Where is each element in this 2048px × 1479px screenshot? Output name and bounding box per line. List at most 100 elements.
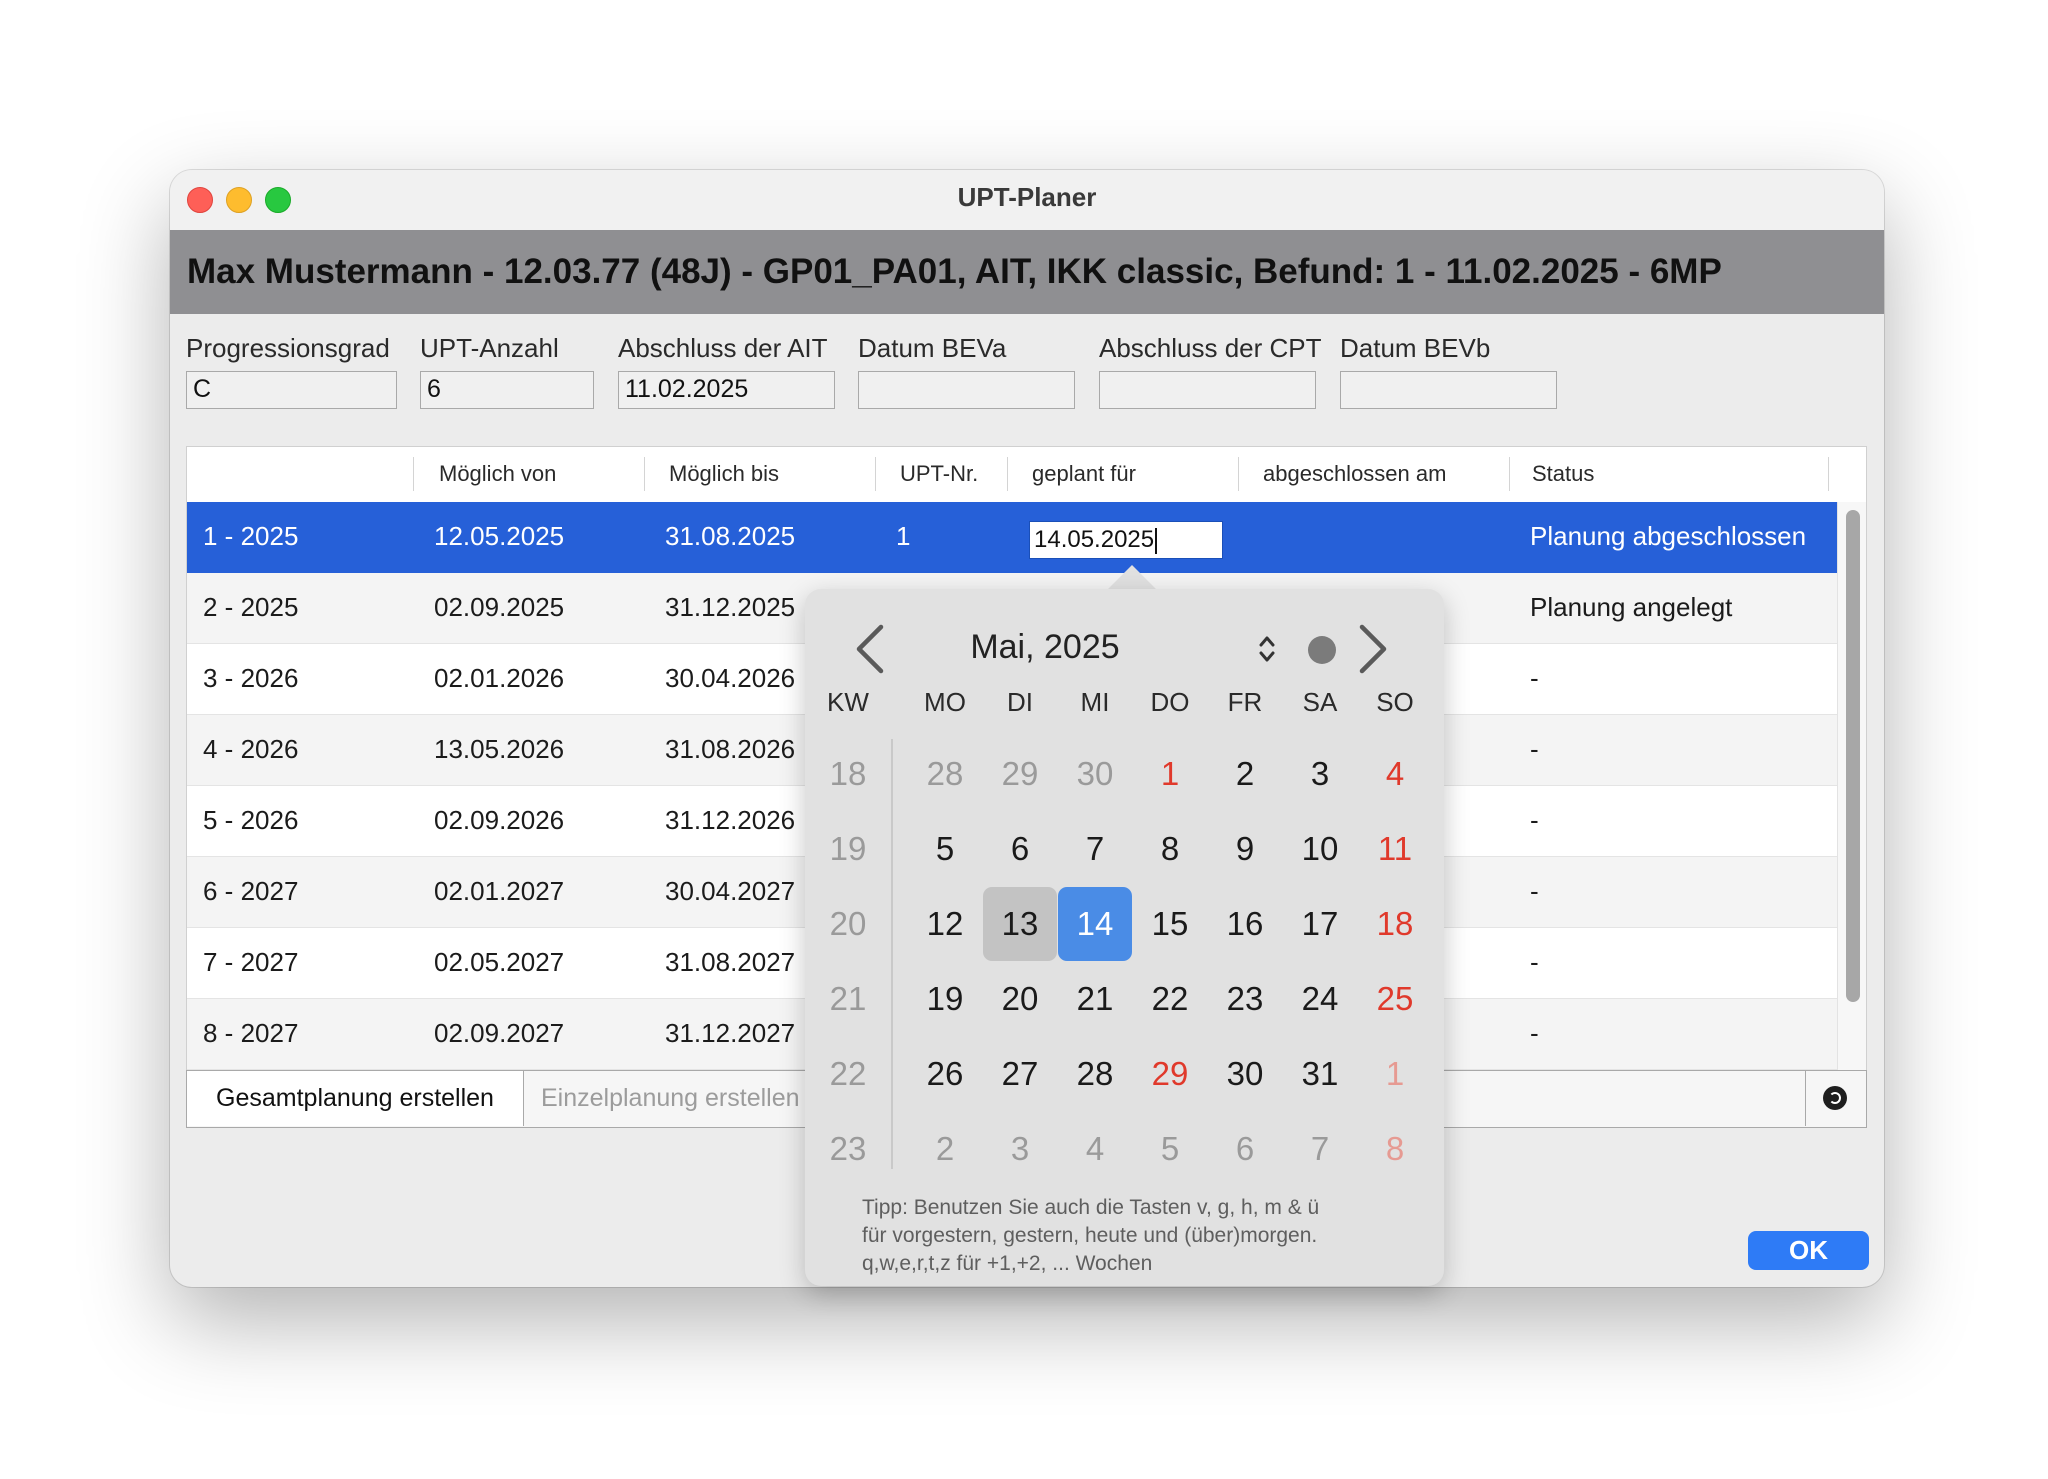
label-upt-anzahl: UPT-Anzahl	[420, 333, 559, 363]
datum-beva-field[interactable]	[858, 371, 1075, 409]
row-moeglich-von: 02.09.2027	[434, 1018, 565, 1048]
row-status: -	[1530, 1018, 1539, 1048]
column-separator[interactable]	[1509, 457, 1510, 491]
calendar-day[interactable]: 5	[908, 812, 982, 886]
column-header-geplant-fuer[interactable]: geplant für	[1032, 461, 1136, 487]
column-header-abgeschlossen-am[interactable]: abgeschlossen am	[1263, 461, 1446, 487]
calendar-day[interactable]: 30	[1058, 737, 1132, 811]
column-header-upt-nr[interactable]: UPT-Nr.	[900, 461, 978, 487]
patient-header: Max Mustermann - 12.03.77 (48J) - GP01_P…	[187, 252, 1722, 291]
row-moeglich-bis: 31.08.2026	[665, 734, 796, 764]
label-abschluss-ait: Abschluss der AIT	[618, 333, 828, 363]
weekday-header-fr: FR	[1227, 687, 1263, 717]
calendar-day[interactable]: 12	[908, 887, 982, 961]
row-moeglich-von: 02.01.2026	[434, 663, 565, 693]
calendar-day[interactable]: 6	[983, 812, 1057, 886]
calendar-day[interactable]: 13	[983, 887, 1057, 961]
column-separator[interactable]	[1238, 457, 1239, 491]
calendar-day[interactable]: 22	[1133, 962, 1207, 1036]
calendar-day[interactable]: 10	[1283, 812, 1357, 886]
calendar-day[interactable]: 18	[1358, 887, 1432, 961]
row-status: -	[1530, 876, 1539, 906]
calendar-day[interactable]: 17	[1283, 887, 1357, 961]
calendar-day-selected[interactable]: 14	[1058, 887, 1132, 961]
next-month-icon[interactable]	[1356, 623, 1390, 675]
column-header-moeglich-von[interactable]: Möglich von	[439, 461, 556, 487]
calendar-week-number: 22	[829, 1055, 867, 1092]
refresh-button[interactable]	[1805, 1071, 1866, 1126]
today-dot-icon[interactable]	[1308, 636, 1336, 664]
gesamtplanung-erstellen-button[interactable]: Gesamtplanung erstellen	[187, 1071, 524, 1126]
row-moeglich-von: 13.05.2026	[434, 734, 565, 764]
weekday-header-so: SO	[1376, 687, 1414, 717]
calendar-day[interactable]: 7	[1058, 812, 1132, 886]
table-scrollbar[interactable]	[1837, 502, 1866, 1077]
weekday-header-kw: KW	[827, 687, 869, 717]
calendar-day[interactable]: 24	[1283, 962, 1357, 1036]
calendar-day[interactable]: 23	[1208, 962, 1282, 1036]
column-separator[interactable]	[875, 457, 876, 491]
calendar-day[interactable]: 29	[983, 737, 1057, 811]
calendar-day[interactable]: 30	[1208, 1037, 1282, 1111]
datepicker-tip: Tipp: Benutzen Sie auch die Tasten v, g,…	[862, 1194, 1422, 1278]
progressionsgrad-field[interactable]: C	[186, 371, 397, 409]
calendar-week-number: 19	[829, 830, 867, 867]
calendar-day[interactable]: 8	[1358, 1112, 1432, 1186]
calendar-day[interactable]: 31	[1283, 1037, 1357, 1111]
tip-line: Tipp: Benutzen Sie auch die Tasten v, g,…	[862, 1196, 1320, 1219]
row-id: 4 - 2026	[203, 734, 299, 764]
row-moeglich-von: 02.05.2027	[434, 947, 565, 977]
calendar-day[interactable]: 4	[1358, 737, 1432, 811]
datepicker-pointer	[1107, 565, 1157, 590]
calendar-day[interactable]: 16	[1208, 887, 1282, 961]
calendar-day[interactable]: 3	[1283, 737, 1357, 811]
calendar-day[interactable]: 27	[983, 1037, 1057, 1111]
calendar-day[interactable]: 9	[1208, 812, 1282, 886]
calendar-day[interactable]: 1	[1358, 1037, 1432, 1111]
calendar-day[interactable]: 7	[1283, 1112, 1357, 1186]
calendar-day[interactable]: 20	[983, 962, 1057, 1036]
calendar-day[interactable]: 29	[1133, 1037, 1207, 1111]
calendar-day[interactable]: 28	[1058, 1037, 1132, 1111]
calendar-day[interactable]: 1	[1133, 737, 1207, 811]
calendar-day[interactable]: 15	[1133, 887, 1207, 961]
window-title: UPT-Planer	[957, 182, 1097, 212]
calendar-day[interactable]: 6	[1208, 1112, 1282, 1186]
calendar-day[interactable]: 19	[908, 962, 982, 1036]
row-moeglich-von: 02.01.2027	[434, 876, 565, 906]
column-separator[interactable]	[1828, 457, 1829, 491]
calendar-day[interactable]: 26	[908, 1037, 982, 1111]
ok-button[interactable]: OK	[1748, 1231, 1869, 1270]
calendar-day[interactable]: 2	[908, 1112, 982, 1186]
month-stepper-icon[interactable]	[1257, 633, 1277, 665]
abschluss-cpt-field[interactable]	[1099, 371, 1316, 409]
einzelplanung-erstellen-button[interactable]: Einzelplanung erstellen	[523, 1071, 835, 1126]
geplant-fuer-date-field[interactable]: 14.05.2025	[1029, 521, 1223, 559]
calendar-day[interactable]: 4	[1058, 1112, 1132, 1186]
column-separator[interactable]	[1007, 457, 1008, 491]
column-header-status[interactable]: Status	[1532, 461, 1594, 487]
title-bar[interactable]: UPT-Planer	[170, 170, 1884, 230]
row-upt-nr: 1	[896, 521, 911, 551]
calendar-day[interactable]: 8	[1133, 812, 1207, 886]
calendar-day[interactable]: 2	[1208, 737, 1282, 811]
row-id: 3 - 2026	[203, 663, 299, 693]
calendar-day[interactable]: 21	[1058, 962, 1132, 1036]
scroll-thumb[interactable]	[1846, 510, 1860, 1002]
calendar-day[interactable]: 5	[1133, 1112, 1207, 1186]
column-separator[interactable]	[413, 457, 414, 491]
calendar-day[interactable]: 11	[1358, 812, 1432, 886]
datepicker-popover: Mai, 2025 KW MO DI MI DO FR SA SO 18 28 29…	[805, 589, 1444, 1286]
table-row[interactable]: 1 - 2025 12.05.2025 31.08.2025 1 14.05.2…	[187, 502, 1838, 573]
row-moeglich-von: 02.09.2025	[434, 592, 565, 622]
calendar-day[interactable]: 3	[983, 1112, 1057, 1186]
column-separator[interactable]	[644, 457, 645, 491]
datum-bevb-field[interactable]	[1340, 371, 1557, 409]
calendar-day[interactable]: 28	[908, 737, 982, 811]
column-header-moeglich-bis[interactable]: Möglich bis	[669, 461, 779, 487]
abschluss-ait-field[interactable]: 11.02.2025	[618, 371, 835, 409]
row-moeglich-bis: 31.12.2026	[665, 805, 796, 835]
calendar-day[interactable]: 25	[1358, 962, 1432, 1036]
row-id: 8 - 2027	[203, 1018, 299, 1048]
upt-anzahl-field[interactable]: 6	[420, 371, 594, 409]
